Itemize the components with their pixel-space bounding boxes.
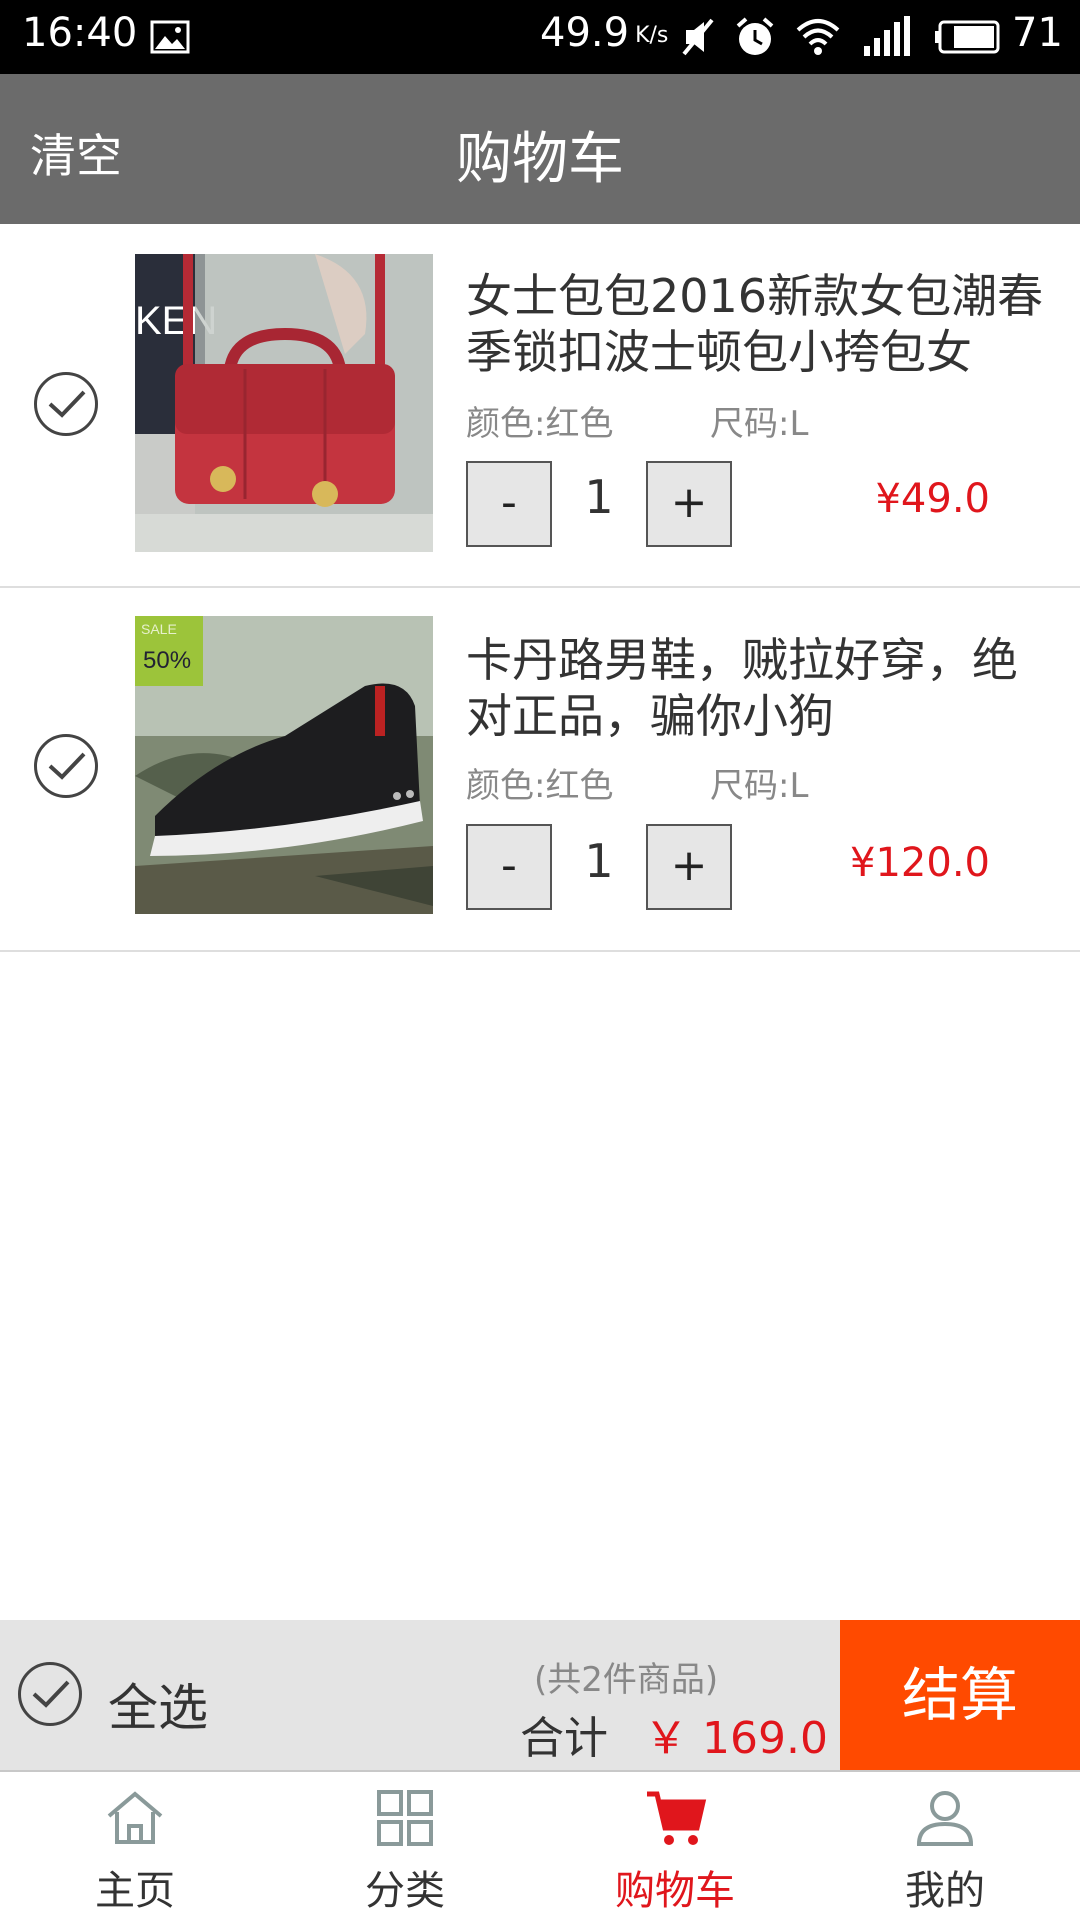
- black-shoe-photo: SALE 50%: [135, 616, 433, 914]
- product-size: 尺码:L: [710, 404, 809, 444]
- cart-item: KEN 女士包包2016新款女包潮春季锁扣波士顿包小挎包女 颜色:红色 尺码:L…: [0, 224, 1080, 588]
- item-count: (共2件商品): [534, 1660, 719, 1700]
- network-speed: 49.9 K/s: [540, 10, 669, 56]
- checkmark-icon: [32, 1680, 70, 1708]
- sale-badge-text: SALE: [141, 621, 177, 637]
- product-price: ¥120.0: [850, 840, 990, 886]
- tab-cart[interactable]: 购物车: [540, 1772, 810, 1920]
- item-checkbox[interactable]: [34, 734, 98, 798]
- decrease-quantity-button[interactable]: -: [466, 824, 552, 910]
- checkout-bar: 全选 (共2件商品) 合计 ￥ 169.0 结算: [0, 1620, 1080, 1772]
- signal-3g-icon: [864, 16, 910, 56]
- decrease-quantity-button[interactable]: -: [466, 461, 552, 547]
- total-label: 合计: [520, 1713, 608, 1764]
- battery-icon: [935, 20, 1000, 54]
- tab-label: 分类: [365, 1868, 445, 1914]
- product-color: 颜色:红色: [466, 404, 614, 444]
- product-image[interactable]: KEN: [135, 254, 433, 552]
- cart-item: SALE 50% 卡丹路男鞋，贼拉好穿，绝对正品，骗你小狗 颜色:红色 尺码:L…: [0, 588, 1080, 952]
- home-icon: [107, 1791, 163, 1844]
- category-icon: [377, 1790, 433, 1846]
- increase-quantity-button[interactable]: +: [646, 461, 732, 547]
- product-image[interactable]: SALE 50%: [135, 616, 433, 914]
- status-bar: 16:40 49.9 K/s 71: [0, 0, 1080, 74]
- tab-home[interactable]: 主页: [0, 1772, 270, 1920]
- checkmark-icon: [48, 752, 86, 780]
- select-all-checkbox[interactable]: [18, 1662, 82, 1726]
- image-notification-icon: [150, 20, 190, 54]
- product-color: 颜色:红色: [466, 766, 614, 806]
- wifi-icon: [796, 19, 840, 55]
- product-name: 卡丹路男鞋，贼拉好穿，绝对正品，骗你小狗: [466, 633, 1018, 743]
- quantity-value: 1: [584, 834, 614, 888]
- select-all-label[interactable]: 全选: [108, 1668, 208, 1740]
- total-price: ￥ 169.0: [644, 1713, 828, 1764]
- status-time: 16:40: [22, 10, 138, 56]
- quantity-value: 1: [584, 470, 614, 524]
- product-size: 尺码:L: [710, 766, 809, 806]
- tab-profile[interactable]: 我的: [810, 1772, 1080, 1920]
- mute-icon: [682, 18, 714, 56]
- discount-badge-text: 50%: [143, 647, 191, 674]
- page-title: 购物车: [456, 127, 624, 192]
- tab-label: 购物车: [615, 1868, 735, 1914]
- product-price: ¥49.0: [875, 476, 990, 522]
- bottom-tab-bar: 主页 分类 购物车 我的: [0, 1772, 1080, 1920]
- increase-quantity-button[interactable]: +: [646, 824, 732, 910]
- item-checkbox[interactable]: [34, 372, 98, 436]
- cart-icon: [647, 1791, 707, 1845]
- tab-label: 我的: [905, 1868, 985, 1914]
- checkmark-icon: [48, 390, 86, 418]
- battery-level: 71: [1012, 10, 1063, 56]
- app-header: 清空 购物车: [0, 74, 1080, 224]
- checkout-button[interactable]: 结算: [840, 1620, 1080, 1770]
- profile-icon: [916, 1791, 974, 1846]
- red-handbag-photo: KEN: [135, 254, 433, 552]
- alarm-icon: [736, 17, 774, 55]
- product-name: 女士包包2016新款女包潮春季锁扣波士顿包小挎包女: [466, 269, 1044, 379]
- tab-category[interactable]: 分类: [270, 1772, 540, 1920]
- tab-label: 主页: [95, 1868, 175, 1914]
